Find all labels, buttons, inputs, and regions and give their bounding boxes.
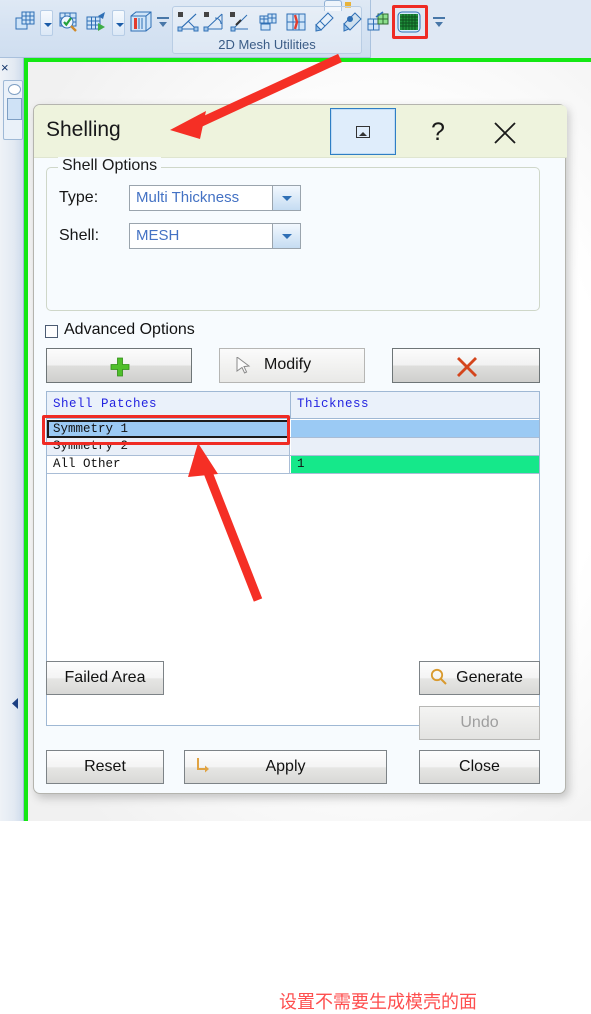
shell-combo[interactable]: MESH xyxy=(129,223,301,249)
modify-patch-button[interactable]: Modify xyxy=(219,348,365,383)
column-header-thickness: Thickness xyxy=(297,397,370,411)
mesh-tools-group xyxy=(2,6,132,54)
cursor-arrow-icon xyxy=(236,357,251,374)
project-mesh-icon[interactable] xyxy=(366,10,392,36)
close-bottom-button[interactable]: Close xyxy=(419,750,540,784)
viewport-top-border xyxy=(24,58,591,62)
left-dock-circle-icon xyxy=(8,84,21,95)
table-column-separator[interactable] xyxy=(290,392,291,419)
type-combo-value: Multi Thickness xyxy=(136,189,240,206)
generate-button[interactable]: Generate xyxy=(419,661,540,695)
delete-patch-button[interactable] xyxy=(392,348,540,383)
mesh-export-dropdown[interactable] xyxy=(112,10,125,36)
type-combo[interactable]: Multi Thickness xyxy=(129,185,301,211)
2d-mesh-utilities-label: 2D Mesh Utilities xyxy=(218,37,316,52)
add-patch-button[interactable] xyxy=(46,348,192,383)
close-button[interactable] xyxy=(484,115,526,149)
red-x-icon xyxy=(457,357,477,377)
shell-combo-value: MESH xyxy=(136,227,180,244)
advanced-options-checkbox[interactable] xyxy=(45,325,58,338)
chevron-down-icon[interactable] xyxy=(272,186,300,210)
collapse-left-arrow-icon[interactable] xyxy=(11,696,20,709)
column-header-shell-patches: Shell Patches xyxy=(53,397,158,411)
left-dock-close-icon[interactable]: × xyxy=(1,60,9,75)
remesh-patch-icon[interactable] xyxy=(256,10,282,36)
left-dock-thumbnail[interactable] xyxy=(3,80,23,140)
collapse-edge-icon[interactable] xyxy=(228,10,254,36)
mesh-create-icon[interactable] xyxy=(12,9,38,35)
undo-button[interactable]: Undo xyxy=(419,706,540,740)
undo-label: Undo xyxy=(460,714,499,731)
help-button[interactable]: ? xyxy=(417,115,459,149)
swap-edge-icon[interactable] xyxy=(202,10,228,36)
page-title: Shelling xyxy=(46,118,121,141)
table-row[interactable]: All Other 1 xyxy=(47,456,539,474)
shell-options-group: Shell Options Type: Multi Thickness Shel… xyxy=(46,157,540,311)
shelling-icon-highlight xyxy=(392,5,428,39)
mesh-overflow-icon[interactable] xyxy=(156,17,170,39)
dialog-title-bar: Shelling ? xyxy=(34,105,567,158)
selected-row-highlight xyxy=(42,415,290,445)
generate-label: Generate xyxy=(456,669,523,686)
mesh-create-dropdown[interactable] xyxy=(40,10,53,36)
chevron-down-icon[interactable] xyxy=(272,224,300,248)
close-bottom-label: Close xyxy=(459,758,500,775)
refine-mesh-icon[interactable] xyxy=(340,10,366,36)
table-cell-thickness[interactable] xyxy=(291,438,539,455)
failed-area-button[interactable]: Failed Area xyxy=(46,661,164,695)
type-label: Type: xyxy=(59,189,99,206)
table-cell-patch[interactable]: All Other xyxy=(47,456,290,473)
mesh-export-icon[interactable] xyxy=(84,9,110,35)
ribbon-toolbar: 2D Mesh Utilities xyxy=(0,0,591,58)
reset-button[interactable]: Reset xyxy=(46,750,164,784)
split-patch-icon[interactable] xyxy=(284,10,310,36)
shelling-dialog: Shelling ? Shell Options Type: Multi Thi… xyxy=(33,104,567,1013)
modify-patch-label: Modify xyxy=(264,356,312,373)
table-cell-thickness-text: 1 xyxy=(297,457,305,471)
mesh-check-icon[interactable] xyxy=(56,9,82,35)
table-cell-thickness[interactable] xyxy=(291,420,539,437)
mesh-volume-icon[interactable] xyxy=(128,9,154,35)
failed-area-label: Failed Area xyxy=(64,669,146,686)
split-edge-icon[interactable] xyxy=(176,10,202,36)
smooth-mesh-icon[interactable] xyxy=(312,10,338,36)
advanced-options-label: Advanced Options xyxy=(64,321,195,338)
viewport-left-border xyxy=(24,58,28,821)
shell-label: Shell: xyxy=(59,227,100,244)
left-dock-square-icon xyxy=(7,98,22,120)
utilities-overflow-icon[interactable] xyxy=(432,17,446,39)
pin-button[interactable] xyxy=(330,108,396,155)
apply-label: Apply xyxy=(265,758,306,775)
plus-icon xyxy=(110,357,130,377)
annotation-text: 设置不需要生成模壳的面 xyxy=(279,992,477,1013)
close-x-icon xyxy=(494,122,516,144)
shell-options-legend: Shell Options xyxy=(58,157,162,175)
apply-button[interactable]: Apply xyxy=(184,750,387,784)
table-cell-thickness[interactable]: 1 xyxy=(291,456,539,473)
table-cell-patch-text: All Other xyxy=(53,457,121,471)
left-dock-panel: × xyxy=(0,58,24,821)
collapse-panel-icon xyxy=(356,126,370,138)
reset-label: Reset xyxy=(84,758,126,775)
